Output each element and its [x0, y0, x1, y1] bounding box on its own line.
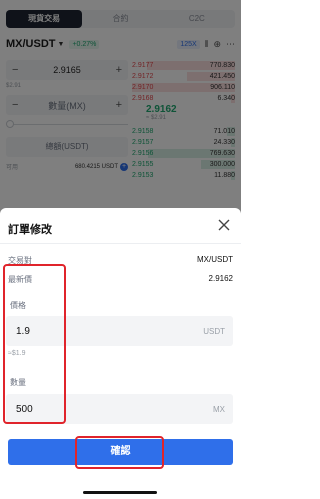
- home-indicator: [83, 491, 157, 494]
- price-unit: USDT: [203, 326, 225, 336]
- pair-value: MX/USDT: [197, 255, 233, 264]
- pair-row: 交易對 MX/USDT: [8, 255, 233, 266]
- price-usd-estimate: ≈$1.9: [8, 350, 26, 357]
- price-input-value: 1.9: [16, 325, 30, 337]
- pair-label: 交易對: [8, 256, 32, 265]
- quantity-unit: MX: [213, 404, 225, 414]
- last-price-label: 最新價: [8, 275, 32, 284]
- last-price-value: 2.9162: [208, 274, 233, 283]
- last-price-row: 最新價 2.9162: [8, 274, 233, 285]
- quantity-label: 數量: [10, 378, 26, 387]
- close-icon[interactable]: [217, 218, 231, 232]
- divider: [0, 243, 241, 244]
- quantity-input-value: 500: [16, 403, 33, 415]
- quantity-input[interactable]: 500 MX: [6, 394, 233, 424]
- sheet-title: 訂單修改: [8, 224, 52, 236]
- confirm-button[interactable]: 確認: [8, 439, 233, 465]
- modify-order-sheet: 訂單修改 交易對 MX/USDT 最新價 2.9162 價格 1.9 USDT …: [0, 208, 241, 499]
- price-label: 價格: [10, 301, 26, 310]
- price-input[interactable]: 1.9 USDT: [6, 316, 233, 346]
